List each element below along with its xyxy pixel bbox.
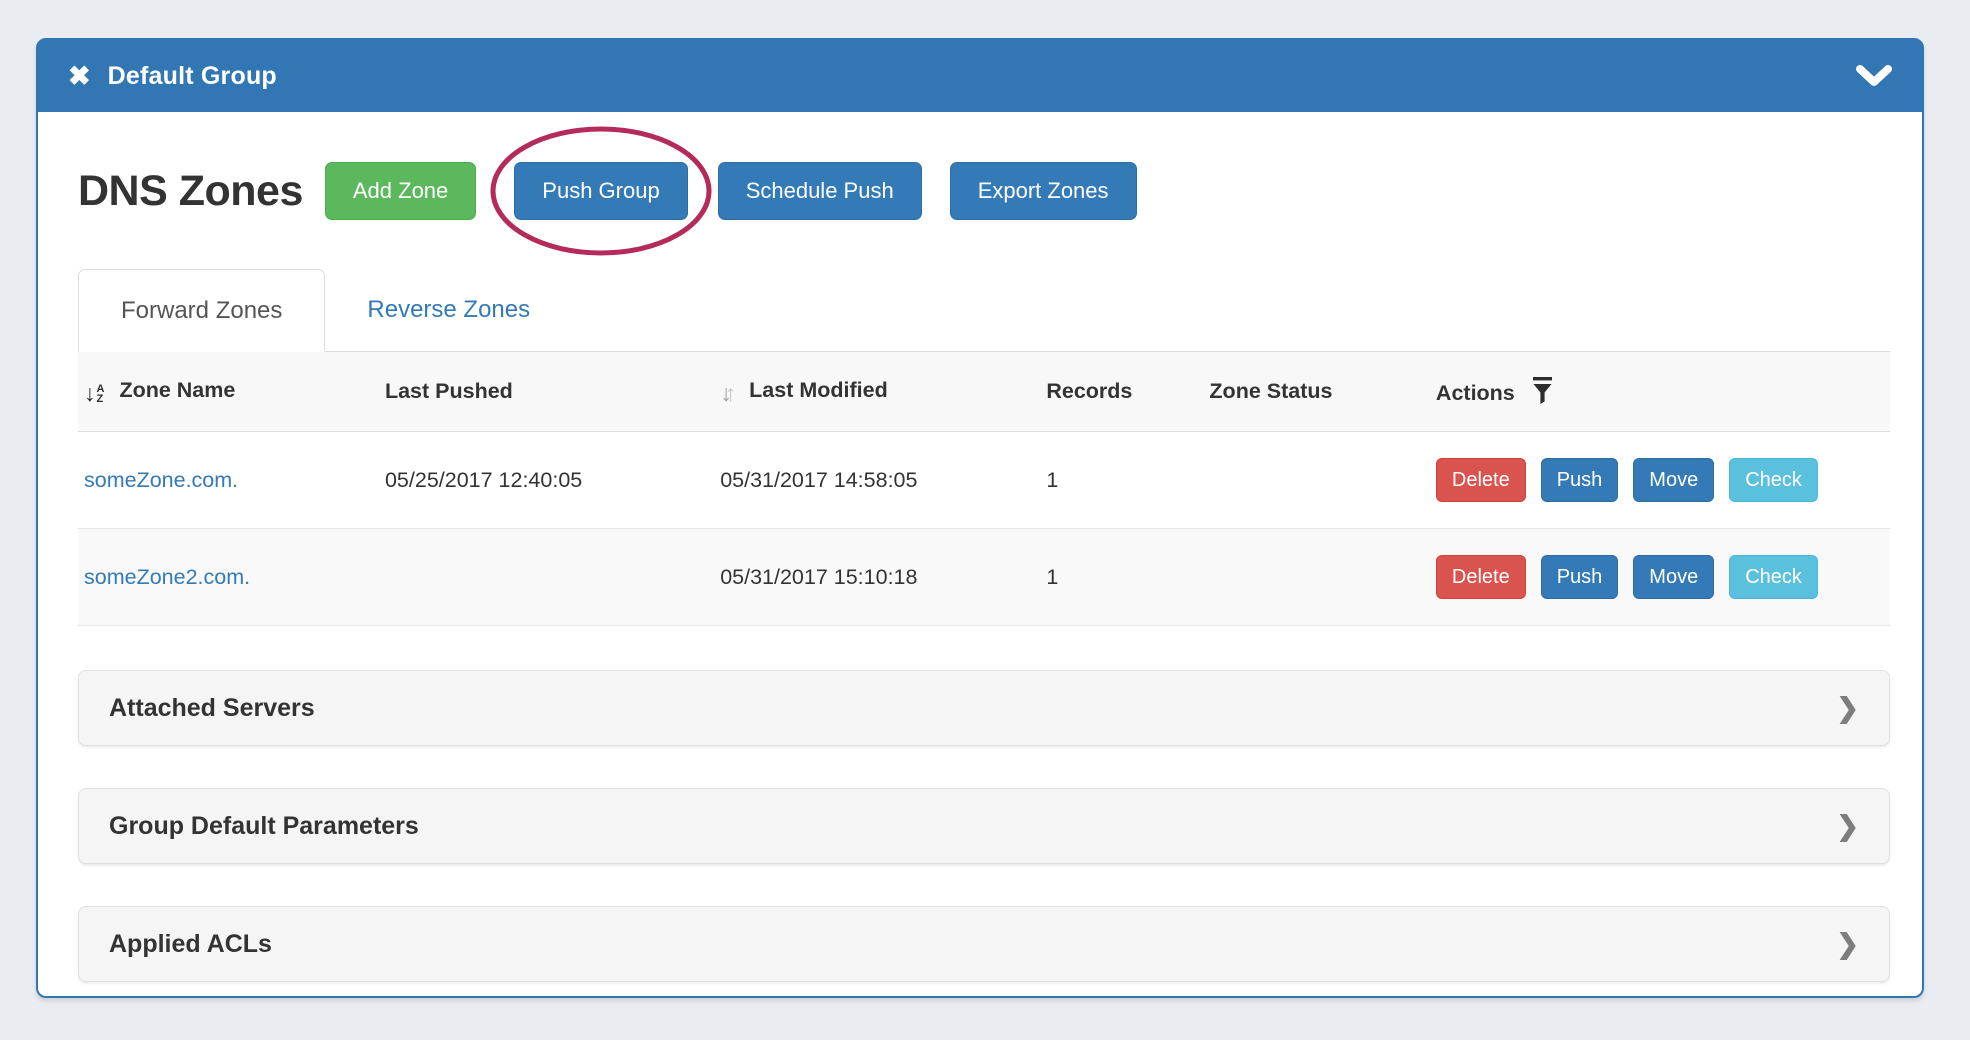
schedule-push-button[interactable]: Schedule Push [718,162,922,220]
actions-cell: Delete Push Move Check [1428,432,1890,529]
sort-letter-a: A [97,384,105,394]
column-zone-name: ↓ A Z Zone Name [78,352,377,432]
column-label-zone-name: Zone Name [119,378,235,402]
move-button[interactable]: Move [1633,458,1714,502]
last-modified-value: 05/31/2017 15:10:18 [712,529,1038,626]
push-group-wrapper: Push Group [514,162,687,220]
close-icon[interactable]: ✖ [68,63,91,90]
push-button[interactable]: Push [1541,555,1619,599]
last-pushed-value: 05/25/2017 12:40:05 [377,432,712,529]
accordion-applied-acls[interactable]: Applied ACLs ❯ [78,906,1890,982]
accordion-group-default-parameters[interactable]: Group Default Parameters ❯ [78,788,1890,864]
column-actions: Actions [1428,352,1890,432]
tab-forward-zones[interactable]: Forward Zones [78,269,325,352]
chevron-right-icon: ❯ [1836,695,1859,722]
accordion-label: Group Default Parameters [109,812,419,841]
column-last-modified: ↓ ↑ Last Modified [712,352,1038,432]
column-last-pushed: Last Pushed [377,352,712,432]
tab-reverse-zones[interactable]: Reverse Zones [325,268,572,351]
accordion-label: Applied ACLs [109,930,272,959]
zone-tabs: Forward Zones Reverse Zones [78,268,1890,352]
export-zones-button[interactable]: Export Zones [950,162,1137,220]
zone-name-link[interactable]: someZone.com. [84,468,238,492]
default-group-panel: ✖ Default Group DNS Zones Add Zone Push … [36,38,1924,998]
column-label-zone-status: Zone Status [1209,379,1332,403]
last-pushed-value [377,529,712,626]
chevron-down-icon[interactable] [1856,65,1892,87]
panel-body: DNS Zones Add Zone Push Group Schedule P… [38,112,1922,982]
delete-button[interactable]: Delete [1436,458,1526,502]
check-button[interactable]: Check [1729,555,1818,599]
actions-cell: Delete Push Move Check [1428,529,1890,626]
records-value: 1 [1038,432,1201,529]
last-modified-value: 05/31/2017 14:58:05 [712,432,1038,529]
table-row: someZone2.com. 05/31/2017 15:10:18 1 Del… [78,529,1890,626]
panel-header: ✖ Default Group [38,40,1922,112]
sort-alpha-letters: A Z [97,384,105,404]
zone-name-link[interactable]: someZone2.com. [84,565,250,589]
sort-icon[interactable]: ↓ ↑ [720,382,736,405]
column-zone-status: Zone Status [1201,352,1428,432]
chevron-right-icon: ❯ [1836,931,1859,958]
accordion-label: Attached Servers [109,694,315,723]
sort-letter-z: Z [97,394,105,404]
zones-table: ↓ A Z Zone Name Last Pushed [78,352,1890,626]
move-button[interactable]: Move [1633,555,1714,599]
filter-icon[interactable] [1532,377,1553,404]
accordion-attached-servers[interactable]: Attached Servers ❯ [78,670,1890,746]
records-value: 1 [1038,529,1201,626]
page-background: ✖ Default Group DNS Zones Add Zone Push … [0,0,1970,1040]
table-row: someZone.com. 05/25/2017 12:40:05 05/31/… [78,432,1890,529]
column-label-last-pushed: Last Pushed [385,379,513,403]
add-zone-button[interactable]: Add Zone [325,162,476,220]
delete-button[interactable]: Delete [1436,555,1526,599]
column-label-last-modified: Last Modified [749,378,888,402]
chevron-right-icon: ❯ [1836,813,1859,840]
push-button[interactable]: Push [1541,458,1619,502]
column-records: Records [1038,352,1201,432]
sort-arrow-down: ↓ [84,382,96,405]
zone-status-value [1201,529,1428,626]
toolbar: DNS Zones Add Zone Push Group Schedule P… [78,146,1890,236]
panel-title: Default Group [108,62,277,91]
sort-arrow-up: ↑ [725,382,737,405]
sort-alpha-icon[interactable]: ↓ A Z [84,382,104,405]
page-title: DNS Zones [78,167,303,216]
push-group-button[interactable]: Push Group [514,162,687,220]
column-label-actions: Actions [1436,381,1515,405]
zones-table-header: ↓ A Z Zone Name Last Pushed [78,352,1890,432]
column-label-records: Records [1046,379,1132,403]
zone-status-value [1201,432,1428,529]
check-button[interactable]: Check [1729,458,1818,502]
